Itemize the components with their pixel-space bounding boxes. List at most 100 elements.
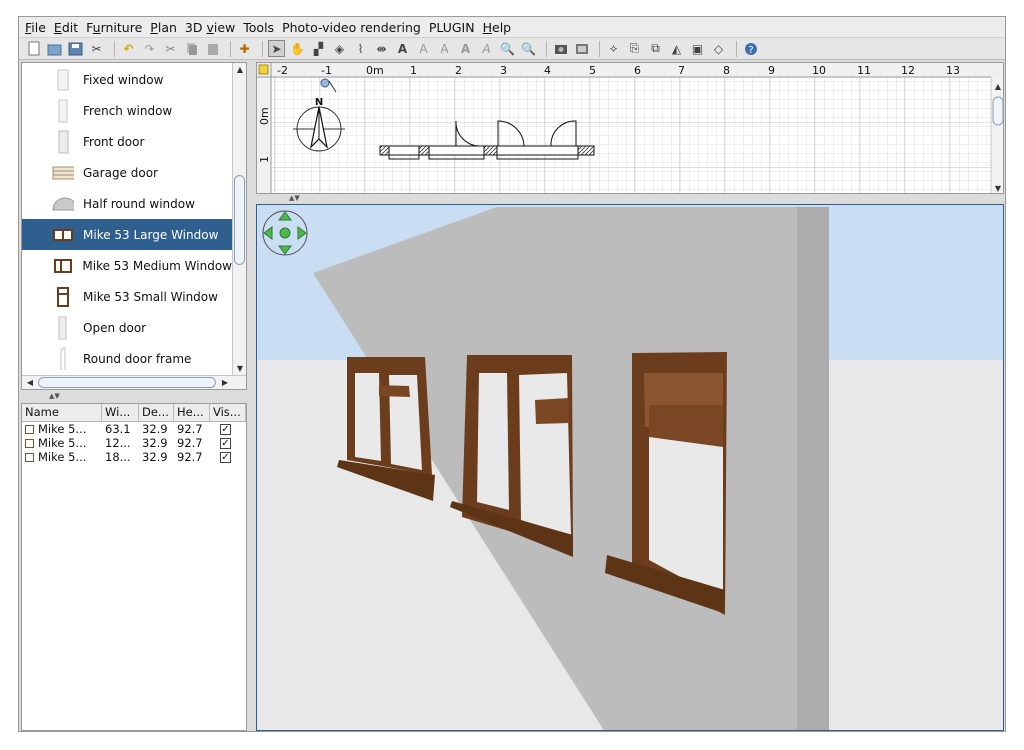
scroll-down-arrow-icon[interactable]: ▼: [233, 364, 246, 373]
catalog-horizontal-scrollbar[interactable]: ◀ ▶: [22, 375, 246, 389]
menu-photo-video-rendering[interactable]: Photo-video rendering: [282, 20, 421, 35]
visible-checkbox[interactable]: ✓: [220, 423, 231, 435]
menu-plan[interactable]: Plan: [150, 20, 177, 35]
create-dimensions-icon[interactable]: ⇼: [373, 40, 390, 57]
visible-checkbox[interactable]: ✓: [220, 451, 231, 463]
preferences-icon[interactable]: ✂: [88, 40, 105, 57]
catalog-item-label: Garage door: [83, 165, 158, 180]
catalog-item-front-door[interactable]: Front door: [22, 126, 232, 157]
copy-icon[interactable]: [183, 40, 200, 57]
text-style-bold-icon[interactable]: A: [415, 40, 432, 57]
ruler-x-label: -2: [277, 64, 288, 77]
row-depth: 32.9: [142, 422, 168, 436]
select-mode-icon[interactable]: ➤: [268, 40, 285, 57]
3d-canvas[interactable]: [257, 205, 1004, 731]
catalog-item-half-round-window[interactable]: Half round window: [22, 188, 232, 219]
plan-scroll-thumb[interactable]: [992, 96, 1003, 126]
medium-window-icon: [25, 438, 34, 448]
catalog-scroll-thumb[interactable]: [234, 175, 245, 265]
edit-icon-f[interactable]: ◇: [710, 40, 727, 57]
create-polylines-icon[interactable]: ⌇: [352, 40, 369, 57]
edit-icon-c[interactable]: ⧉: [647, 40, 664, 57]
catalog-item-label: Fixed window: [83, 72, 164, 87]
catalog-item-french-window[interactable]: French window: [22, 95, 232, 126]
zoom-out-icon[interactable]: 🔍: [520, 40, 537, 57]
catalog-item-large-window[interactable]: Mike 53 Large Window: [22, 219, 232, 250]
help-icon[interactable]: ?: [742, 40, 759, 57]
catalog-vertical-scrollbar[interactable]: ▲ ▼: [232, 63, 246, 389]
plan-wall[interactable]: [379, 145, 595, 156]
create-walls-icon[interactable]: ▞: [310, 40, 327, 57]
catalog-item-medium-window[interactable]: Mike 53 Medium Window: [22, 250, 232, 281]
increase-text-icon[interactable]: A: [457, 40, 474, 57]
compass-north-label: N: [315, 97, 323, 108]
catalog-item-small-window[interactable]: Mike 53 Small Window: [22, 281, 232, 312]
furniture-table[interactable]: Name Wi... De... He... Vis... Mike 5... …: [21, 403, 247, 731]
column-visible[interactable]: Vis...: [210, 404, 246, 421]
create-rooms-icon[interactable]: ◈: [331, 40, 348, 57]
catalog-item-label: Round door frame: [83, 351, 192, 366]
open-file-icon[interactable]: [46, 40, 63, 57]
plan-canvas[interactable]: -2 -1 0m 1 2 3 4 5 6 7 8 9 10 11 12 13 0…: [257, 63, 1004, 194]
column-width[interactable]: Wi...: [102, 404, 139, 421]
row-width: 18...: [105, 450, 131, 464]
menu-3d-view[interactable]: 3D view: [185, 20, 235, 35]
decrease-text-icon[interactable]: A: [478, 40, 495, 57]
edit-icon-e[interactable]: ▣: [689, 40, 706, 57]
toolbar-separator: [262, 40, 263, 57]
plan-3d-splitter-icon[interactable]: ▲▼: [289, 194, 300, 202]
table-row[interactable]: Mike 5... 18... 32.9 92.7 ✓: [22, 450, 246, 464]
left-panel-splitter[interactable]: ▲▼: [21, 391, 247, 401]
edit-icon-d[interactable]: ◭: [668, 40, 685, 57]
save-file-icon[interactable]: [67, 40, 84, 57]
catalog-item-garage-door[interactable]: Garage door: [22, 157, 232, 188]
table-header: Name Wi... De... He... Vis...: [22, 404, 246, 422]
pan-mode-icon[interactable]: ✋: [289, 40, 306, 57]
edit-icon-b[interactable]: ⎘: [626, 40, 643, 57]
text-style-italic-icon[interactable]: A: [436, 40, 453, 57]
add-text-icon[interactable]: A: [394, 40, 411, 57]
undo-icon[interactable]: ↶: [120, 40, 137, 57]
toolbar-separator: [599, 40, 600, 57]
scroll-left-arrow-icon[interactable]: ◀: [23, 378, 37, 387]
3d-view[interactable]: [256, 204, 1004, 731]
column-name[interactable]: Name: [22, 404, 102, 421]
column-depth[interactable]: De...: [139, 404, 174, 421]
splitter-arrows-icon[interactable]: ▲▼: [49, 392, 60, 400]
visible-checkbox[interactable]: ✓: [220, 437, 231, 449]
plan-scroll-up-icon[interactable]: ▲: [995, 82, 1002, 91]
cut-icon[interactable]: ✂: [162, 40, 179, 57]
catalog-hscroll-thumb[interactable]: [38, 377, 216, 388]
menu-furniture[interactable]: Furniture: [86, 20, 142, 35]
menu-file[interactable]: File: [25, 20, 46, 35]
app-window: File Edit Furniture Plan 3D view Tools P…: [18, 16, 1006, 732]
create-photo-icon[interactable]: [552, 40, 569, 57]
menu-edit[interactable]: Edit: [54, 20, 78, 35]
new-file-icon[interactable]: [25, 40, 42, 57]
scroll-right-arrow-icon[interactable]: ▶: [218, 378, 232, 387]
catalog-item-fixed-window[interactable]: Fixed window: [22, 64, 232, 95]
menu-help[interactable]: Help: [483, 20, 512, 35]
plan-view[interactable]: -2 -1 0m 1 2 3 4 5 6 7 8 9 10 11 12 13 0…: [256, 62, 1004, 194]
paste-icon[interactable]: [204, 40, 221, 57]
scroll-up-arrow-icon[interactable]: ▲: [233, 65, 246, 74]
catalog-item-round-door-frame[interactable]: Round door frame: [22, 343, 232, 374]
menu-tools[interactable]: Tools: [243, 20, 274, 35]
add-furniture-icon[interactable]: ✚: [236, 40, 253, 57]
column-height[interactable]: He...: [174, 404, 210, 421]
plan-scroll-down-icon[interactable]: ▼: [995, 184, 1002, 193]
furniture-catalog-list[interactable]: Fixed window French window Front door Ga…: [21, 62, 247, 390]
ruler-x-label: -1: [321, 64, 332, 77]
table-row[interactable]: Mike 5... 12... 32.9 92.7 ✓: [22, 436, 246, 450]
plan-corner-icon[interactable]: [258, 64, 269, 75]
open-door-icon: [52, 316, 74, 340]
create-video-icon[interactable]: [573, 40, 590, 57]
zoom-in-icon[interactable]: 🔍: [499, 40, 516, 57]
redo-icon[interactable]: ↷: [141, 40, 158, 57]
edit-icon-a[interactable]: ⟡: [605, 40, 622, 57]
menu-plugin[interactable]: PLUGIN: [429, 20, 475, 35]
table-row[interactable]: Mike 5... 63.1 32.9 92.7 ✓: [22, 422, 246, 436]
row-name: Mike 5...: [38, 422, 87, 436]
3d-navigation-arrows-icon[interactable]: [262, 210, 308, 256]
catalog-item-open-door[interactable]: Open door: [22, 312, 232, 343]
